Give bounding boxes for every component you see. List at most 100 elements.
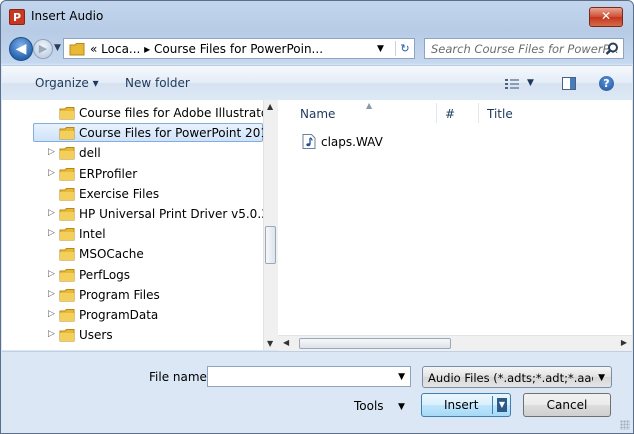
file-name-input[interactable]: ▼ — [207, 366, 411, 387]
powerpoint-app-icon: P — [9, 9, 25, 25]
file-type-select[interactable]: Audio Files (*.adts;*.adt;*.aac;*. ▼ — [422, 366, 612, 388]
folder-icon — [59, 107, 75, 120]
views-icon[interactable] — [505, 78, 519, 90]
tree-item[interactable]: ▷ HP Universal Print Driver v5.0.3 for — [2, 204, 277, 224]
folder-icon — [59, 329, 75, 342]
scrollbar-thumb[interactable] — [265, 226, 276, 264]
tree-item[interactable]: ▷ Intel — [2, 224, 264, 244]
file-type-value: Audio Files (*.adts;*.adt;*.aac;*. — [428, 371, 593, 385]
folder-icon — [59, 167, 75, 181]
recent-pages-dropdown[interactable]: ▼ — [54, 43, 61, 53]
column-header-title[interactable]: Title — [487, 107, 513, 121]
insert-audio-dialog: P Insert Audio ✕ ◀ ▶ ▼ « Loca... ▸ Cours… — [0, 0, 634, 434]
expand-arrow-icon[interactable]: ▷ — [48, 289, 55, 299]
tools-menu[interactable]: Tools ▼ — [354, 399, 405, 413]
resize-grip[interactable] — [620, 420, 630, 430]
search-icon[interactable] — [604, 41, 620, 57]
tree-item-label: PerfLogs — [79, 267, 131, 282]
sort-ascending-icon: ▲ — [366, 101, 373, 110]
close-button[interactable]: ✕ — [589, 7, 623, 27]
folder-icon — [59, 147, 75, 160]
tree-item[interactable]: Exercise Files — [2, 184, 264, 204]
navigation-pane: Course files for Adobe Illustrator C Cour… — [2, 100, 278, 350]
tree-item[interactable]: ▷ Users — [2, 325, 264, 345]
folder-icon — [59, 127, 75, 140]
expand-arrow-icon[interactable]: ▷ — [48, 228, 55, 238]
file-list-pane: Name ▲ # Title claps.WAV — [278, 100, 632, 350]
insert-button[interactable]: Insert ▼ — [421, 393, 511, 417]
file-horizontal-scrollbar[interactable]: ◀ ▶ — [278, 335, 632, 351]
scroll-up-icon[interactable]: ▲ — [267, 102, 273, 111]
window-title: Insert Audio — [31, 9, 104, 23]
new-folder-button[interactable]: New folder — [125, 76, 190, 90]
folder-icon — [59, 208, 75, 221]
tree-item-label: ERProfiler — [79, 166, 138, 181]
refresh-button[interactable]: ↻ — [395, 41, 414, 56]
chevron-down-icon[interactable]: ▼ — [398, 372, 405, 382]
expand-arrow-icon[interactable]: ▷ — [48, 269, 55, 279]
help-icon[interactable]: ? — [599, 76, 614, 91]
forward-arrow-icon: ▶ — [38, 42, 48, 55]
chevron-down-icon[interactable]: ▼ — [598, 373, 605, 383]
folder-icon — [59, 268, 75, 282]
tree-item[interactable]: MSOCache — [2, 244, 264, 264]
command-bar: Organize ▾ New folder ▼ ? — [2, 65, 632, 101]
forward-button[interactable]: ▶ — [33, 39, 53, 59]
file-name-label: File name: — [149, 370, 211, 384]
tree-item-label: ProgramData — [79, 308, 159, 322]
scroll-down-icon[interactable]: ▼ — [267, 339, 273, 348]
tree-item[interactable]: ▷ ProgramData — [2, 305, 264, 325]
column-divider[interactable] — [478, 103, 479, 123]
expand-arrow-icon[interactable]: ▷ — [48, 168, 55, 178]
file-item[interactable]: claps.WAV — [300, 132, 460, 150]
audio-file-icon — [302, 134, 316, 149]
chevron-down-icon[interactable]: ▼ — [377, 44, 384, 54]
cancel-button[interactable]: Cancel — [523, 393, 611, 417]
expand-arrow-icon[interactable]: ▷ — [48, 208, 55, 218]
scroll-left-icon[interactable]: ◀ — [283, 338, 289, 347]
title-bar: P Insert Audio ✕ — [1, 1, 633, 31]
tools-label: Tools — [354, 399, 384, 413]
tree-item[interactable]: ▷ PerfLogs — [2, 265, 264, 285]
views-dropdown[interactable]: ▼ — [527, 78, 534, 88]
file-name: claps.WAV — [321, 135, 383, 149]
folder-icon — [59, 288, 75, 302]
tree-item-label: Users — [79, 328, 113, 343]
column-divider[interactable] — [436, 103, 437, 123]
expand-arrow-icon[interactable]: ▷ — [48, 309, 55, 319]
tree-item-label: MSOCache — [79, 247, 144, 262]
split-divider — [492, 396, 493, 414]
column-header-name[interactable]: Name — [300, 107, 335, 121]
tree-item-label: dell — [79, 146, 101, 161]
organize-button[interactable]: Organize ▾ — [35, 76, 99, 90]
back-arrow-icon: ◀ — [15, 41, 27, 57]
preview-pane-icon[interactable] — [562, 77, 576, 90]
search-input[interactable]: Search Course Files for PowerP... — [424, 38, 624, 59]
folder-icon — [59, 187, 75, 201]
tree-item-label: Course Files for PowerPoint 2010 — [79, 126, 276, 141]
tree-item-label: Course files for Adobe Illustrator C — [79, 106, 278, 120]
tree-item-label: Intel — [79, 227, 106, 242]
insert-options-dropdown[interactable]: ▼ — [497, 398, 507, 412]
address-path[interactable]: « Loca... ▸ Course Files for PowerPoin..… — [90, 42, 323, 56]
folder-icon — [69, 43, 85, 56]
tree-item[interactable]: Course Files for PowerPoint 2010 — [2, 123, 276, 143]
nav-vertical-scrollbar[interactable]: ▲ ▼ — [263, 100, 278, 350]
scrollbar-thumb[interactable] — [299, 338, 451, 349]
tree-item[interactable]: ▷ Program Files — [2, 285, 264, 305]
column-header-number[interactable]: # — [445, 107, 455, 121]
expand-arrow-icon[interactable]: ▷ — [48, 147, 55, 157]
search-placeholder: Search Course Files for PowerP... — [431, 42, 619, 56]
scroll-right-icon[interactable]: ▶ — [621, 338, 627, 347]
tree-item-label: Program Files — [79, 287, 160, 302]
expand-arrow-icon[interactable]: ▷ — [48, 329, 55, 339]
tree-item[interactable]: Course files for Adobe Illustrator C — [2, 103, 277, 123]
insert-label: Insert — [444, 398, 479, 412]
address-bar[interactable]: « Loca... ▸ Course Files for PowerPoin..… — [63, 38, 415, 59]
chevron-down-icon[interactable]: ▼ — [398, 402, 405, 412]
back-button[interactable]: ◀ — [9, 37, 33, 61]
folder-icon — [59, 309, 75, 322]
tree-item[interactable]: ▷ ERProfiler — [2, 164, 264, 184]
folder-icon — [59, 228, 75, 241]
tree-item[interactable]: ▷ dell — [2, 143, 264, 163]
